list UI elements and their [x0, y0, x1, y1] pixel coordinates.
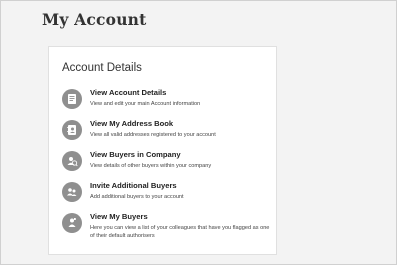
item-description: Here you can view a list of your colleag… [90, 225, 270, 239]
invite-buyers-icon [62, 182, 82, 202]
account-details-card: Account Details View Account Details Vie… [48, 46, 277, 255]
buyers-in-company-icon [62, 151, 82, 171]
item-description: Add additional buyers to your account [90, 194, 184, 200]
my-buyers-icon [62, 213, 82, 233]
item-title: View Account Details [90, 88, 167, 97]
account-details-icon [62, 89, 82, 109]
item-title: View My Address Book [90, 119, 174, 128]
item-title: View My Buyers [90, 212, 148, 221]
item-description: View details of other buyers within your… [90, 163, 212, 169]
address-book-icon [62, 120, 82, 140]
item-description: View and edit your main Account informat… [90, 101, 201, 107]
item-description: View all valid addresses registered to y… [90, 132, 216, 138]
item-title: Invite Additional Buyers [90, 181, 177, 190]
item-title: View Buyers in Company [90, 150, 181, 159]
page-title: My Account [42, 10, 147, 29]
card-title: Account Details [62, 62, 142, 74]
